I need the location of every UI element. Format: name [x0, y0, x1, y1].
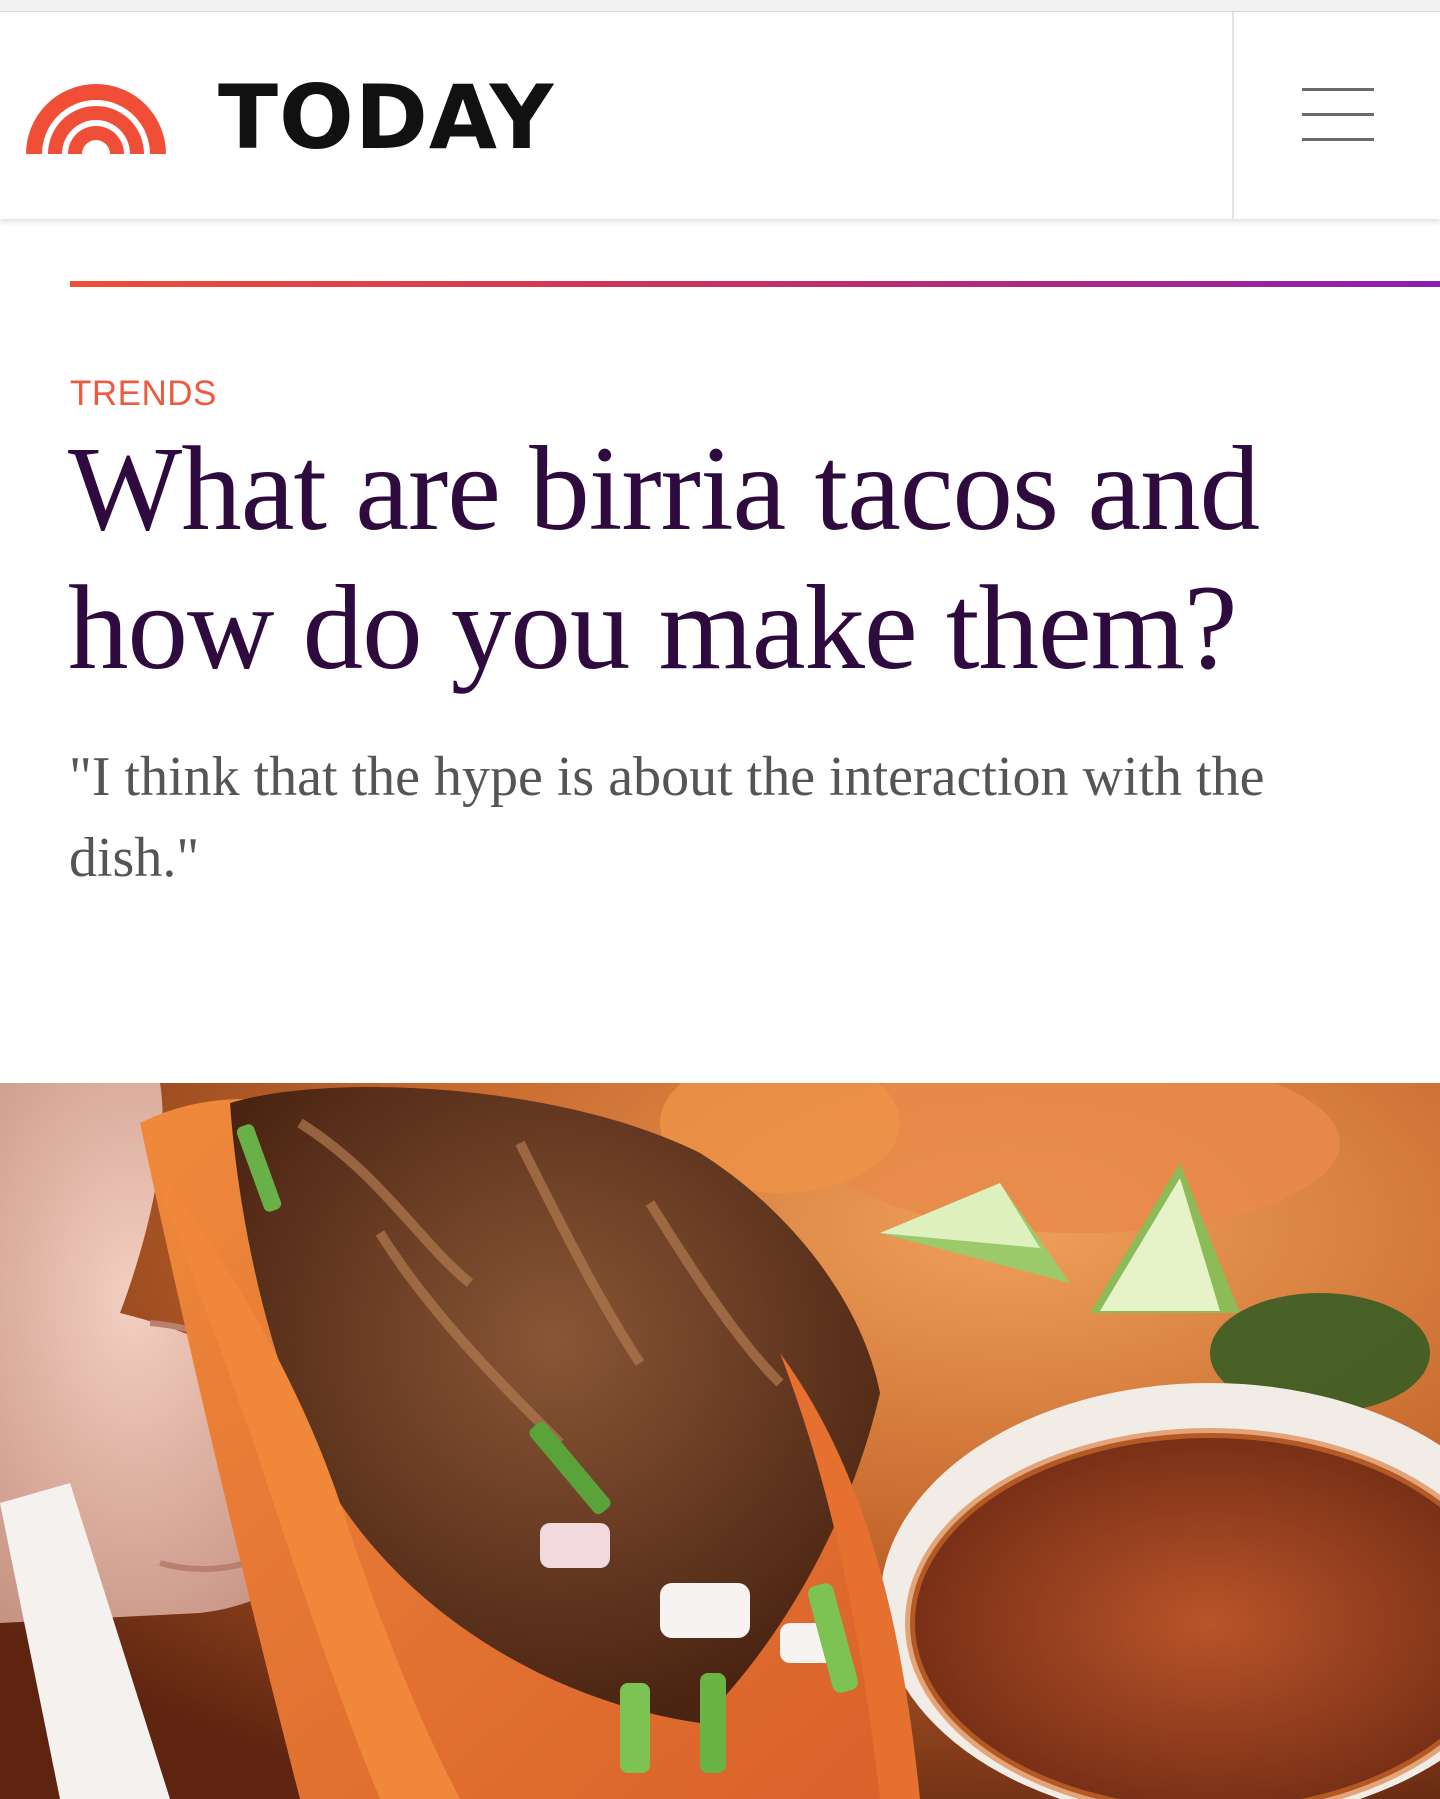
site-header: TODAY: [0, 12, 1440, 219]
section-kicker-link[interactable]: TRENDS: [70, 374, 217, 414]
article-accent-rule: [70, 281, 1440, 287]
menu-button[interactable]: [1234, 12, 1440, 219]
rainbow-arch-icon: [26, 84, 166, 154]
article-headline: What are birria tacos and how do you mak…: [68, 422, 1260, 695]
today-logo-link[interactable]: TODAY: [26, 74, 554, 162]
article-dek: "I think that the hype is about the inte…: [69, 746, 1265, 889]
brand-wordmark: TODAY: [218, 66, 555, 169]
birria-taco-photo: [0, 1083, 1440, 1799]
hero-image: [0, 1083, 1440, 1799]
browser-top-edge: [0, 0, 1440, 12]
hamburger-menu-icon: [1302, 88, 1374, 144]
